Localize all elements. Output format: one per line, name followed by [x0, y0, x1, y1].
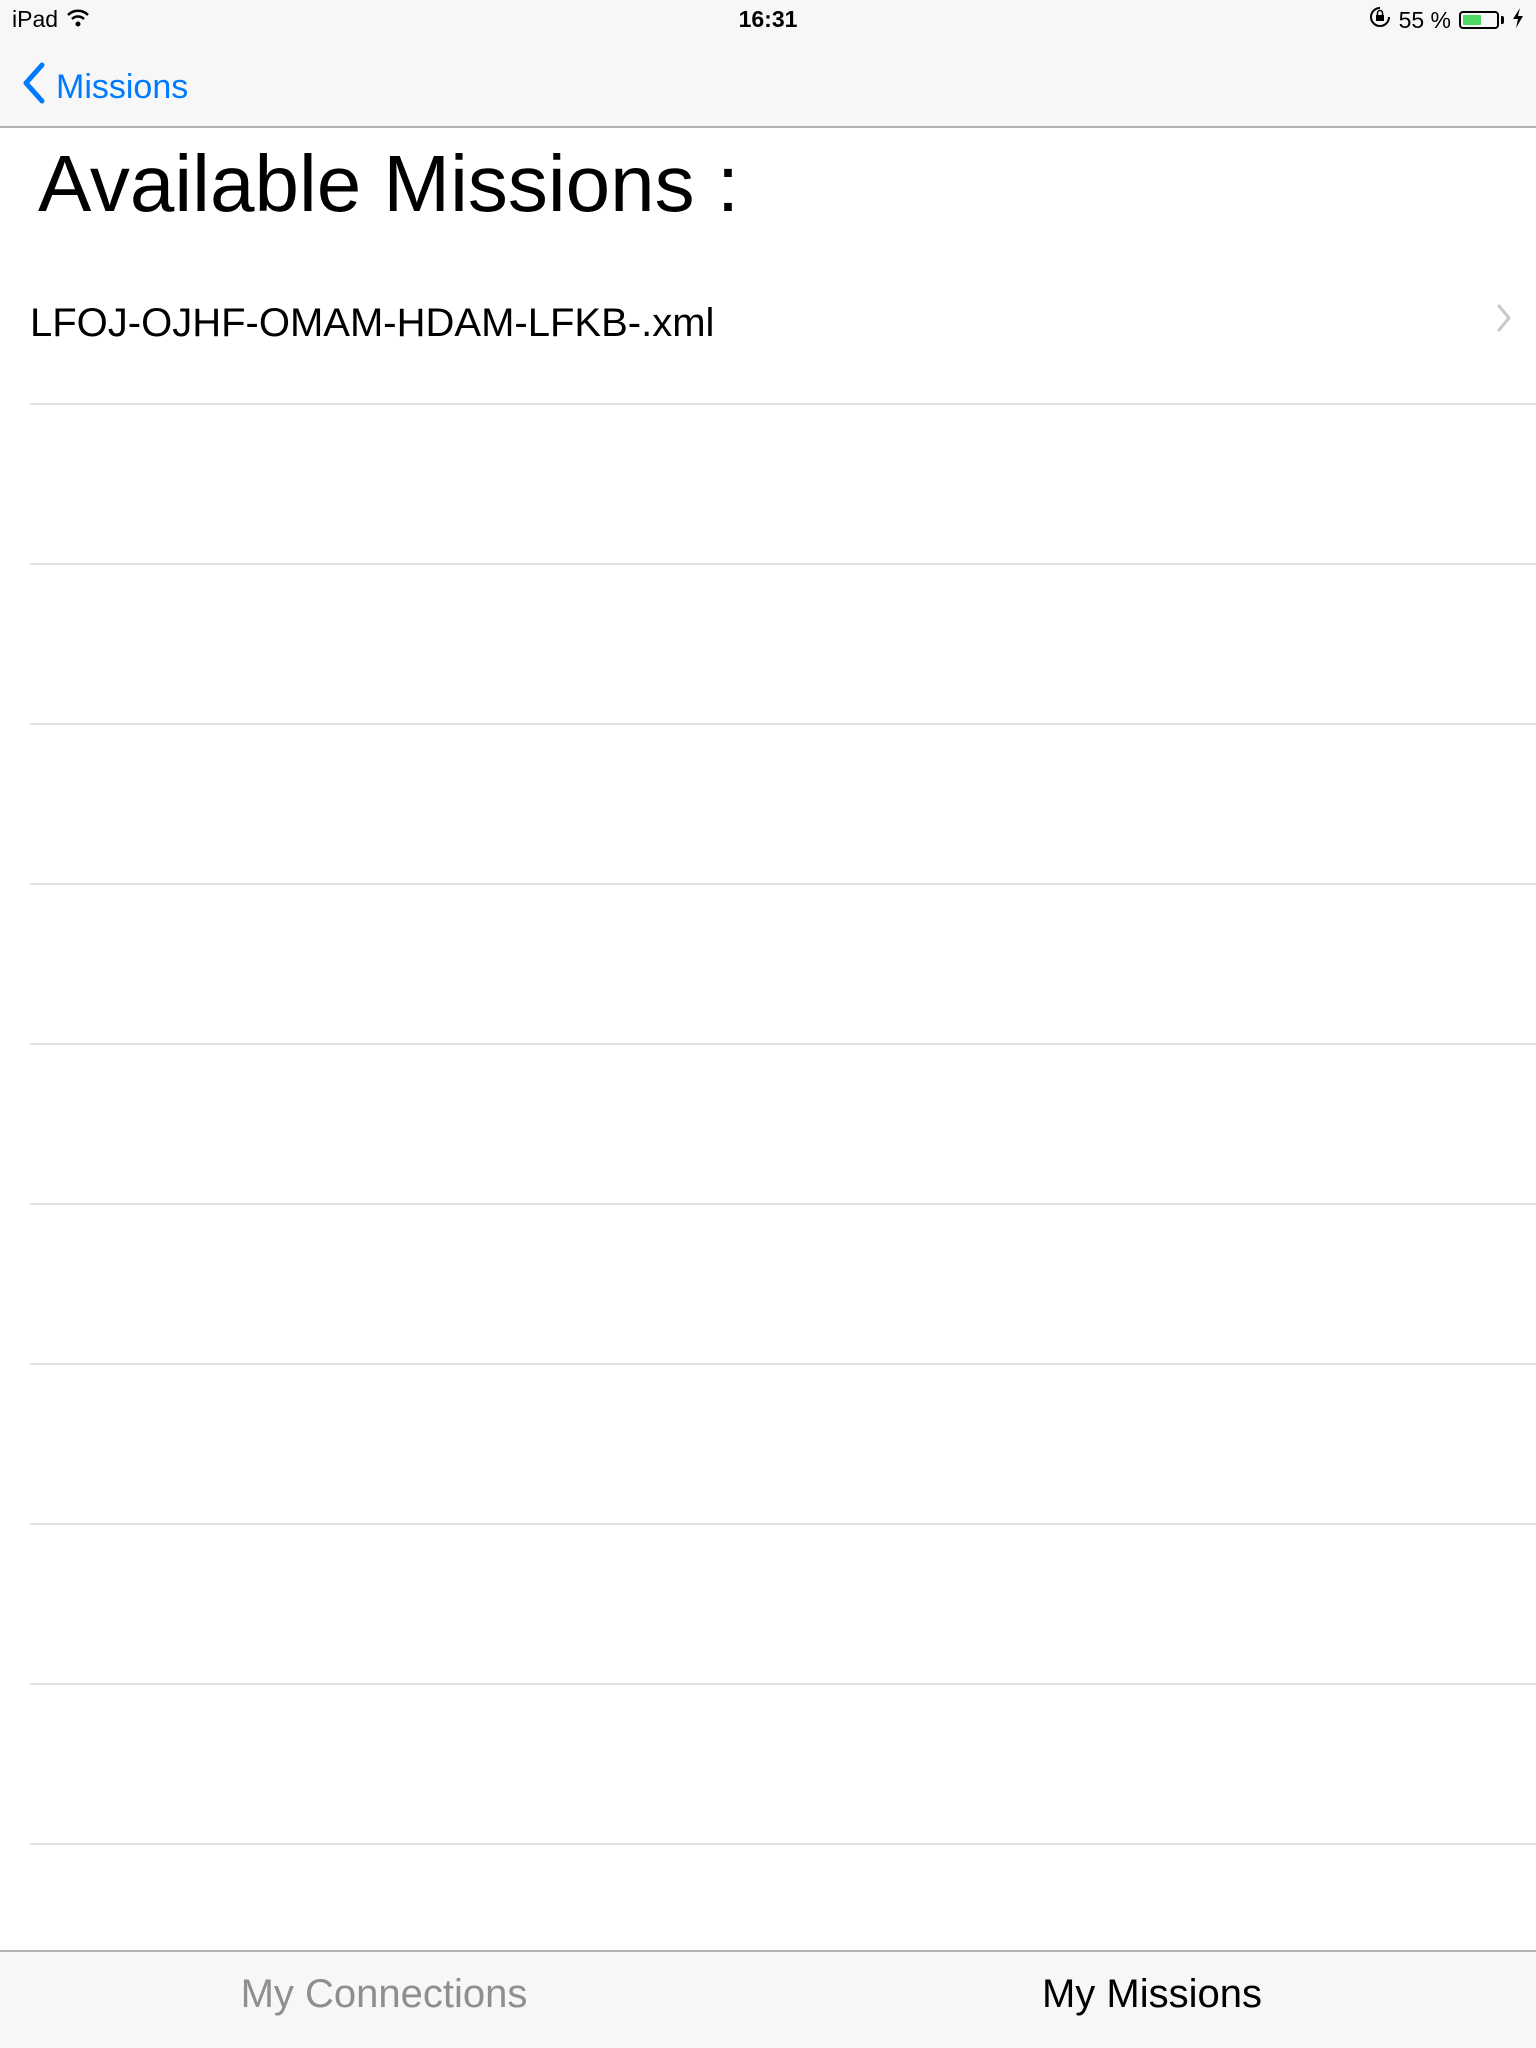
- battery-icon: [1459, 11, 1499, 29]
- empty-row: [30, 1525, 1536, 1685]
- tab-my-connections[interactable]: My Connections: [0, 1972, 768, 2017]
- back-button-label: Missions: [56, 68, 189, 106]
- empty-row: [30, 1685, 1536, 1845]
- charging-bolt-icon: [1512, 7, 1524, 34]
- chevron-left-icon: [22, 62, 46, 113]
- battery-percent: 55 %: [1398, 6, 1451, 33]
- status-right: 55 %: [1369, 6, 1524, 34]
- empty-row: [30, 565, 1536, 725]
- empty-row: [30, 1365, 1536, 1525]
- rotation-lock-icon: [1369, 6, 1391, 34]
- empty-row: [30, 1045, 1536, 1205]
- battery-nub: [1501, 16, 1504, 24]
- battery-level: [1463, 15, 1481, 25]
- tab-bar: My Connections My Missions: [0, 1950, 1536, 2048]
- mission-list: LFOJ-OJHF-OMAM-HDAM-LFKB-.xml: [0, 245, 1536, 1845]
- page-title: Available Missions :: [38, 139, 740, 228]
- tab-my-missions[interactable]: My Missions: [768, 1972, 1536, 2017]
- mission-label: LFOJ-OJHF-OMAM-HDAM-LFKB-.xml: [30, 301, 715, 345]
- status-bar: iPad 16:31 55 %: [0, 0, 1536, 40]
- empty-row: [30, 1205, 1536, 1365]
- empty-row: [30, 405, 1536, 565]
- empty-row: [30, 725, 1536, 885]
- empty-row: [30, 885, 1536, 1045]
- status-time: 16:31: [738, 6, 798, 32]
- chevron-right-icon: [1496, 303, 1512, 338]
- navigation-bar: Missions: [0, 40, 1536, 128]
- back-button[interactable]: Missions: [22, 62, 188, 113]
- mission-row[interactable]: LFOJ-OJHF-OMAM-HDAM-LFKB-.xml: [30, 245, 1536, 405]
